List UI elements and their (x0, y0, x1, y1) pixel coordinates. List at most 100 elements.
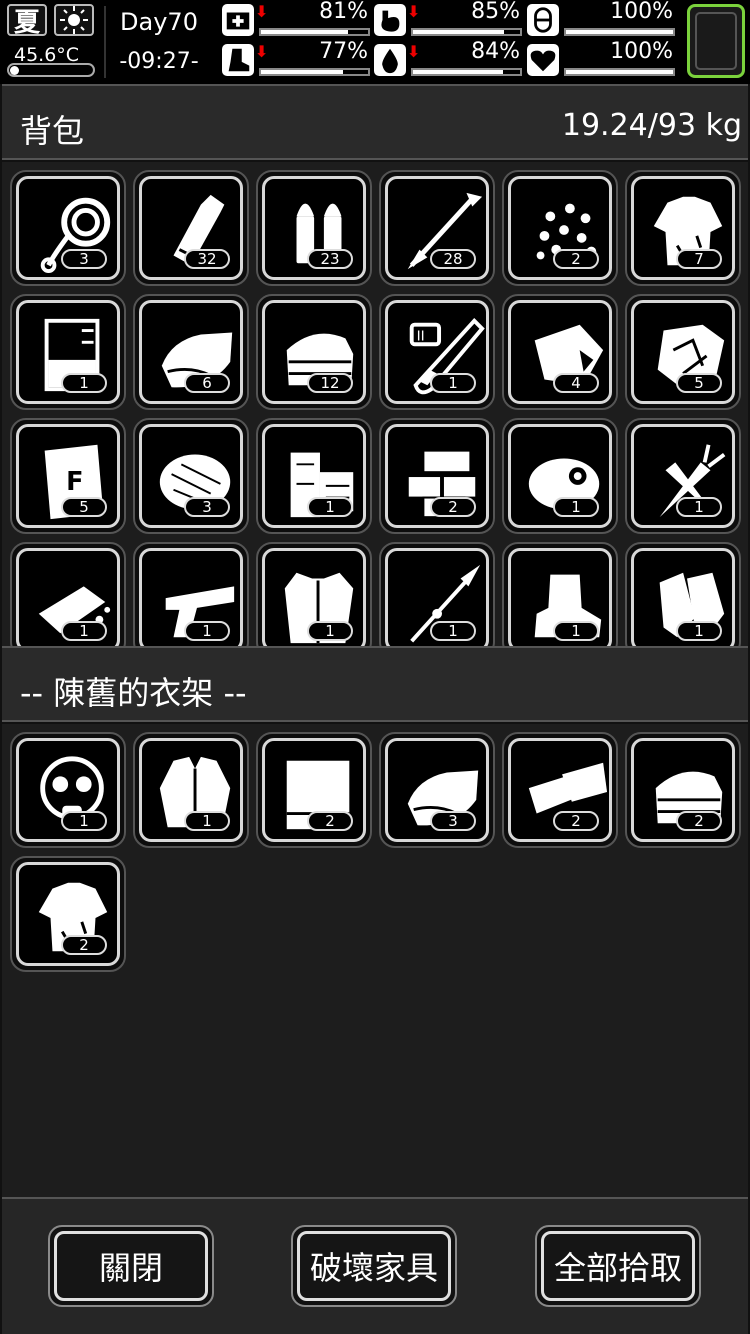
item-count-badge: 2 (61, 935, 107, 955)
item-frame: 3 (139, 424, 243, 528)
item-count-badge: 1 (61, 373, 107, 393)
item-slot-meat[interactable]: 4 (502, 294, 618, 410)
backpack-weight: 19.24/93 kg (561, 108, 742, 143)
close-button[interactable]: 關閉 (48, 1225, 214, 1307)
item-slot-fur-vest[interactable]: 1 (256, 542, 372, 646)
stat-value: 100% (610, 0, 673, 24)
item-slot-cloth[interactable]: 6 (133, 294, 249, 410)
item-slot-beaker[interactable]: 1 (10, 294, 126, 410)
item-frame: 1 (139, 548, 243, 646)
item-frame: II 1 (385, 300, 489, 404)
container-grid-area[interactable]: 1 1 2 3 2 2 2 (2, 724, 748, 1197)
item-slot-crumpled-paper[interactable]: 5 (625, 294, 741, 410)
item-slot-jacket[interactable]: 1 (133, 732, 249, 848)
stat-value: 100% (610, 39, 673, 64)
item-count-badge: 1 (430, 621, 476, 641)
backpack-title: 背包 (20, 112, 85, 150)
item-slot-torn-shirt[interactable]: 2 (10, 856, 126, 972)
season-indicator: 夏 (7, 4, 47, 38)
item-slot-wood-planks[interactable]: 1 (256, 418, 372, 534)
stat-medicine: 100% (527, 0, 677, 38)
item-slot-seeds[interactable]: 2 (502, 170, 618, 286)
item-slot-folded-cloth[interactable]: 2 (625, 732, 741, 848)
stomach-icon (374, 4, 406, 36)
stat-value: 77% (319, 39, 368, 64)
stat-bar (564, 68, 675, 76)
item-frame: 1 (16, 300, 120, 404)
item-frame: 2 (16, 862, 120, 966)
stat-value: 85% (471, 0, 520, 24)
item-slot-rags[interactable]: 2 (502, 732, 618, 848)
item-slot-rope[interactable]: 3 (10, 170, 126, 286)
boot-icon (222, 44, 254, 76)
item-slot-fur-boots[interactable]: 1 (502, 542, 618, 646)
item-count-badge: 3 (430, 811, 476, 831)
backpack-grid-area[interactable]: 3 32 23 28 2 7 1 6 12 II 1 4 5 F 5 3 1 2 1 1 1 1 1 1 1 1 (2, 162, 748, 646)
decrease-arrow-icon: ⬇ (255, 42, 269, 61)
destroy-furniture-button[interactable]: 破壞家具 (291, 1225, 457, 1307)
item-slot-arrow[interactable]: 28 (379, 170, 495, 286)
stat-health: ⬇ 81% (222, 0, 372, 38)
item-slot-spear[interactable]: 1 (379, 542, 495, 646)
item-frame: 1 (508, 548, 612, 646)
day-counter: Day70 (120, 8, 198, 36)
item-count-badge: 1 (61, 811, 107, 831)
take-all-label: 全部拾取 (541, 1231, 695, 1301)
item-count-badge: 1 (430, 373, 476, 393)
destroy-furniture-label: 破壞家具 (297, 1231, 451, 1301)
decrease-arrow-icon: ⬇ (255, 2, 269, 21)
decrease-arrow-icon: ⬇ (407, 2, 421, 21)
quick-slot[interactable] (687, 4, 745, 78)
item-slot-raw-meat[interactable]: 1 (502, 418, 618, 534)
item-slot-soap-bar[interactable]: 1 (10, 542, 126, 646)
item-slot-carrots[interactable]: 1 (625, 418, 741, 534)
item-count-badge: 12 (307, 373, 353, 393)
item-frame: 2 (631, 738, 735, 842)
item-frame: 1 (631, 548, 735, 646)
container-title: -- 陳舊的衣架 -- (20, 674, 247, 712)
item-frame: 12 (262, 300, 366, 404)
item-frame: 32 (139, 176, 243, 280)
item-frame: 1 (385, 548, 489, 646)
item-count-badge: 1 (553, 621, 599, 641)
item-count-badge: 1 (61, 621, 107, 641)
item-slot-bullets[interactable]: 23 (256, 170, 372, 286)
item-count-badge: 1 (307, 621, 353, 641)
close-button-label: 關閉 (54, 1231, 208, 1301)
item-slot-folded-cloth[interactable]: 12 (256, 294, 372, 410)
item-frame: 3 (385, 738, 489, 842)
stat-thirst: ⬇ 84% (374, 39, 524, 78)
item-slot-gas-mask[interactable]: 1 (10, 732, 126, 848)
item-slot-blanket[interactable]: 2 (256, 732, 372, 848)
backpack-grid: 3 32 23 28 2 7 1 6 12 II 1 4 5 F 5 3 1 2 1 1 1 1 1 1 1 1 (10, 170, 741, 646)
item-count-badge: 7 (676, 249, 722, 269)
item-slot-bricks[interactable]: 2 (379, 418, 495, 534)
item-slot-gloves[interactable]: 1 (625, 542, 741, 646)
item-slot-fiber-bundle[interactable]: 3 (133, 418, 249, 534)
stat-bar (411, 68, 522, 76)
container-header: -- 陳舊的衣架 -- (2, 646, 748, 722)
item-count-badge: 1 (184, 621, 230, 641)
item-slot-test-tube[interactable]: II 1 (379, 294, 495, 410)
item-frame: F5 (16, 424, 120, 528)
item-frame: 1 (631, 424, 735, 528)
item-slot-bottle[interactable]: 32 (133, 170, 249, 286)
take-all-button[interactable]: 全部拾取 (535, 1225, 701, 1307)
item-count-badge: 3 (184, 497, 230, 517)
backpack-header: 背包 19.24/93 kg (2, 84, 748, 160)
item-slot-cloth[interactable]: 3 (379, 732, 495, 848)
pill-icon (527, 4, 559, 36)
item-slot-fertilizer-bag[interactable]: F5 (10, 418, 126, 534)
stat-bar (564, 28, 675, 36)
stat-mood: 100% (527, 39, 677, 78)
item-slot-torn-shirt[interactable]: 7 (625, 170, 741, 286)
item-frame: 1 (262, 548, 366, 646)
item-slot-pistol[interactable]: 1 (133, 542, 249, 646)
item-count-badge: 2 (307, 811, 353, 831)
game-clock: -09:27- (119, 49, 199, 74)
item-count-badge: 1 (553, 497, 599, 517)
stat-stamina: ⬇ 77% (222, 39, 372, 78)
item-frame: 5 (631, 300, 735, 404)
item-frame: 4 (508, 300, 612, 404)
heart-icon (527, 44, 559, 76)
